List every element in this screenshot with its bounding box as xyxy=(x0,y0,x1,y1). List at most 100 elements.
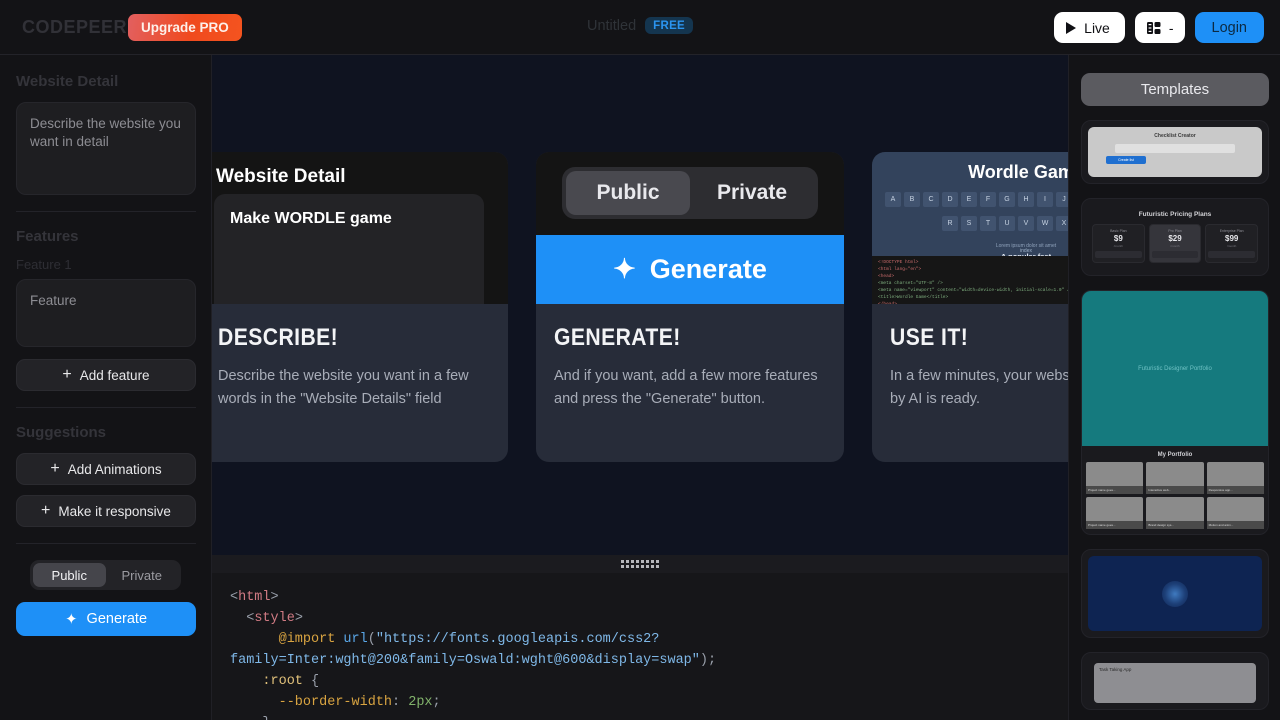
header-actions: Live - Login xyxy=(1054,12,1264,43)
code-line: --border-width: 2px; xyxy=(230,692,1050,713)
website-detail-heading: Website Detail xyxy=(16,73,119,90)
add-feature-button[interactable]: + Add feature xyxy=(16,359,196,391)
card-1-preview-input: Make WORDLE game xyxy=(214,194,484,304)
code-token: ; xyxy=(432,695,441,710)
portfolio-item-caption: Motion and anim... xyxy=(1206,521,1264,529)
code-token: > xyxy=(294,611,303,626)
code-line: <html lang="en"> xyxy=(878,266,922,272)
pricing-preview: Futuristic Pricing Plans Basic Plan $9 /… xyxy=(1088,205,1262,269)
code-token: ; xyxy=(708,653,717,668)
visibility-public-option[interactable]: Public xyxy=(33,563,106,587)
preview-canvas: Website Detail Make WORDLE game DESCRIBE… xyxy=(212,55,1068,555)
add-feature-label: Add feature xyxy=(79,367,150,383)
code-line: <meta charset="UTF-8" /> xyxy=(878,280,943,286)
card-2-preview-generate-button: ✦ Generate xyxy=(536,235,844,304)
wordle-key: E xyxy=(961,192,977,207)
wordle-key: W xyxy=(1037,216,1053,231)
portfolio-grid-item: Interactive web... xyxy=(1146,462,1204,494)
top-header: CODEPEER Upgrade PRO Untitled FREE Live xyxy=(0,0,1280,55)
sidebar-divider-1 xyxy=(16,211,196,212)
checklist-title: Checklist Creator xyxy=(1154,133,1196,139)
sidebar-divider-3 xyxy=(16,543,196,544)
pricing-plan-pro: Pro Plan $29 /month xyxy=(1148,224,1202,263)
card-2-heading: GENERATE! xyxy=(554,324,681,351)
code-token: 2px xyxy=(408,695,433,710)
card-2-preview-generate-label: Generate xyxy=(649,254,767,284)
card-2-preview-private: Private xyxy=(716,181,788,204)
code-token: :root xyxy=(262,674,303,689)
left-sidebar: Website Detail Describe the website you … xyxy=(0,55,212,720)
onboarding-card-use-it[interactable]: Wordle Game ABCDEFGHIJKLMNO RSTUVWXYZ Lo… xyxy=(872,152,1068,462)
suggestion-add-animations[interactable]: + Add Animations xyxy=(16,453,196,485)
visibility-toggle[interactable]: Public Private xyxy=(30,560,181,590)
plus-icon: + xyxy=(50,460,60,477)
portfolio-grid-item: Brand design sys... xyxy=(1146,497,1204,529)
code-line: <head> xyxy=(878,273,895,279)
wordle-key: C xyxy=(923,192,939,207)
code-line: } xyxy=(230,713,1050,720)
code-token: { xyxy=(302,674,320,689)
code-editor[interactable]: <html> <style> @import url("https://font… xyxy=(212,573,1068,720)
drag-dots-icon xyxy=(621,560,659,568)
suggestion-make-responsive[interactable]: + Make it responsive xyxy=(16,495,196,527)
puzzle-icon xyxy=(1146,21,1161,34)
templates-button[interactable]: Templates xyxy=(1081,73,1269,106)
extension-button-label: - xyxy=(1168,19,1174,36)
wordle-keys-row-1: ABCDEFGHIJKLMNO xyxy=(872,192,1068,207)
login-button[interactable]: Login xyxy=(1194,12,1264,43)
sidebar-divider-2 xyxy=(16,407,196,408)
feature-1-label: Feature 1 xyxy=(16,257,72,272)
card-3-preview: Wordle Game ABCDEFGHIJKLMNO RSTUVWXYZ Lo… xyxy=(872,152,1068,304)
document-title[interactable]: Untitled xyxy=(587,18,636,34)
portfolio-grid-item: Motion and anim... xyxy=(1206,497,1264,529)
onboarding-card-describe[interactable]: Website Detail Make WORDLE game DESCRIBE… xyxy=(212,152,508,462)
wordle-key: R xyxy=(942,216,958,231)
card-2-preview-toggle: Public Private xyxy=(562,167,818,219)
portfolio-item-caption: Interactive web... xyxy=(1146,486,1204,494)
feature-1-input[interactable]: Feature xyxy=(16,279,196,347)
wordle-key: T xyxy=(980,216,996,231)
generate-button-label: Generate xyxy=(86,611,148,627)
checklist-preview: Checklist Creator Create list xyxy=(1088,127,1262,177)
portfolio-item-caption: Project name goes... xyxy=(1086,486,1144,494)
extension-button[interactable]: - xyxy=(1134,12,1185,43)
pricing-plan-enterprise: Enterprise Plan $99 /month xyxy=(1205,224,1259,263)
template-card-portfolio[interactable]: Futuristic Designer Portfolio My Portfol… xyxy=(1081,290,1269,535)
plan-unit: /month xyxy=(1113,244,1123,248)
visibility-private-option[interactable]: Private xyxy=(106,563,179,587)
sparkles-icon: ✦ xyxy=(613,254,636,284)
plan-unit: /month xyxy=(1227,244,1237,248)
template-card-checklist[interactable]: Checklist Creator Create list xyxy=(1081,120,1269,184)
features-heading: Features xyxy=(16,228,79,245)
plan-name: Basic Plan xyxy=(1110,229,1127,233)
template-card-pricing[interactable]: Futuristic Pricing Plans Basic Plan $9 /… xyxy=(1081,198,1269,276)
pane-resize-handle[interactable] xyxy=(212,555,1068,573)
card-1-text: Describe the website you want in a few w… xyxy=(218,368,469,408)
generate-button[interactable]: ✦ Generate xyxy=(16,602,196,636)
card-1-heading: DESCRIBE! xyxy=(218,324,339,351)
card-2-preview-public: Public xyxy=(566,171,690,215)
pricing-title: Futuristic Pricing Plans xyxy=(1138,211,1212,218)
code-token: @import xyxy=(278,632,344,647)
template-card-orb[interactable] xyxy=(1081,549,1269,638)
code-token: > xyxy=(270,590,279,605)
wordle-key: S xyxy=(961,216,977,231)
code-token: : xyxy=(392,695,409,710)
website-detail-input[interactable]: Describe the website you want in detail xyxy=(16,102,196,195)
wordle-key: I xyxy=(1037,192,1053,207)
code-line: <html> xyxy=(230,587,1050,608)
wordle-code-snippet: <!DOCTYPE html> <html lang="en"> <head> <… xyxy=(872,256,1068,304)
plus-icon: + xyxy=(41,502,51,519)
wordle-key: A xyxy=(885,192,901,207)
portfolio-grid: Project name goes... Interactive web... Re… xyxy=(1082,462,1268,534)
code-token: ( xyxy=(367,632,376,647)
portfolio-grid-item: Project name goes... xyxy=(1086,462,1144,494)
onboarding-card-generate[interactable]: Public Private ✦ Generate GENERATE! And … xyxy=(536,152,844,462)
template-card-task-app[interactable]: Task Taking App xyxy=(1081,652,1269,710)
live-preview-button[interactable]: Live xyxy=(1054,12,1125,43)
code-line: @import url("https://fonts.googleapis.co… xyxy=(230,629,1050,671)
glow-orb-icon xyxy=(1162,580,1188,607)
card-1-preview: Website Detail Make WORDLE game xyxy=(212,152,508,304)
wordle-key: B xyxy=(904,192,920,207)
card-2-preview: Public Private ✦ Generate xyxy=(536,152,844,304)
